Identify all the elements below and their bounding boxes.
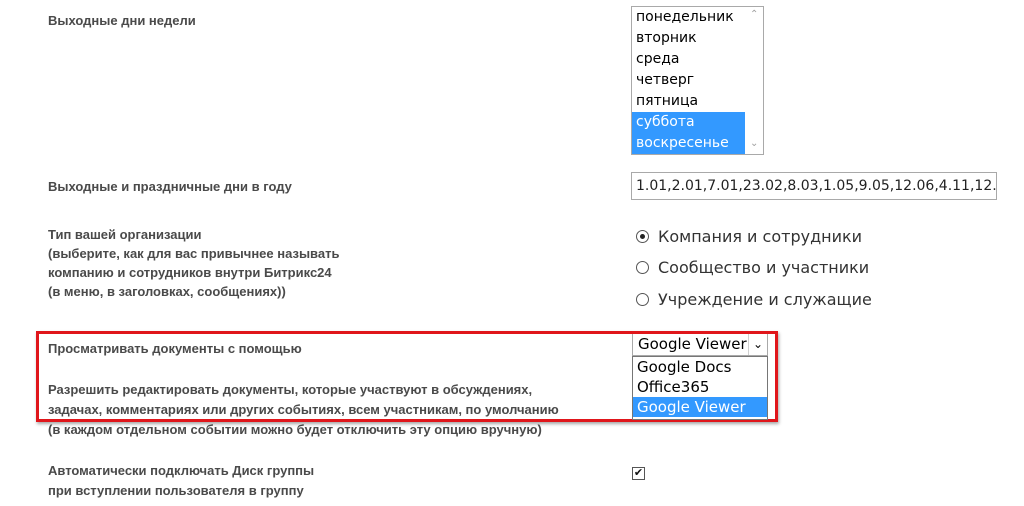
doc-edit-label-line-3: (в каждом отдельном событии можно будет …: [48, 422, 542, 437]
org-type-option-company[interactable]: Компания и сотрудники: [636, 226, 862, 246]
doc-viewer-option-office365[interactable]: Office365: [633, 377, 767, 397]
org-type-label-line-4: (в меню, в заголовках, сообщениях)): [48, 284, 286, 299]
org-type-option-label: Учреждение и служащие: [658, 289, 872, 309]
doc-viewer-option-google-viewer[interactable]: Google Viewer: [633, 397, 767, 417]
org-type-option-institution[interactable]: Учреждение и служащие: [636, 289, 872, 309]
weekend-option-saturday[interactable]: суббота: [632, 112, 745, 133]
weekend-option-thursday[interactable]: четверг: [632, 70, 745, 91]
weekend-days-listbox[interactable]: понедельник вторник среда четверг пятниц…: [631, 6, 764, 155]
org-type-label-line-3: компанию и сотрудников внутри Битрикс24: [48, 265, 332, 280]
doc-viewer-option-google-docs[interactable]: Google Docs: [633, 357, 767, 377]
weekend-option-tuesday[interactable]: вторник: [632, 28, 745, 49]
weekend-option-friday[interactable]: пятница: [632, 91, 745, 112]
auto-disk-checkbox[interactable]: ✔: [632, 467, 645, 480]
org-type-label-line-2: (выберите, как для вас привычнее называт…: [48, 246, 340, 261]
radio-unchecked-icon[interactable]: [636, 292, 649, 306]
auto-disk-label-line-2: при вступлении пользователя в группу: [48, 483, 304, 498]
listbox-scrollbar[interactable]: ⌃ ⌄: [746, 7, 763, 154]
checkmark-icon: ✔: [633, 467, 644, 479]
org-type-option-label: Компания и сотрудники: [658, 226, 863, 246]
org-type-option-community[interactable]: Сообщество и участники: [636, 257, 869, 277]
weekend-days-label: Выходные дни недели: [48, 13, 196, 28]
weekend-option-monday[interactable]: понедельник: [632, 7, 745, 28]
radio-unchecked-icon[interactable]: [636, 260, 649, 274]
doc-viewer-dropdown-list[interactable]: Google Docs Office365 Google Viewer: [632, 356, 768, 420]
holidays-input[interactable]: 1.01,2.01,7.01,23.02,8.03,1.05,9.05,12.0…: [631, 172, 997, 200]
holidays-label: Выходные и праздничные дни в году: [48, 179, 292, 194]
scroll-up-icon[interactable]: ⌃: [750, 10, 758, 20]
scroll-down-icon[interactable]: ⌄: [750, 139, 758, 149]
org-type-option-label: Сообщество и участники: [658, 257, 870, 277]
weekend-option-sunday[interactable]: воскресенье: [632, 133, 745, 154]
radio-checked-icon[interactable]: [636, 229, 649, 243]
weekend-option-wednesday[interactable]: среда: [632, 49, 745, 70]
org-type-label-line-1: Тип вашей организации: [48, 227, 202, 242]
auto-disk-label-line-1: Автоматически подключать Диск группы: [48, 463, 315, 478]
